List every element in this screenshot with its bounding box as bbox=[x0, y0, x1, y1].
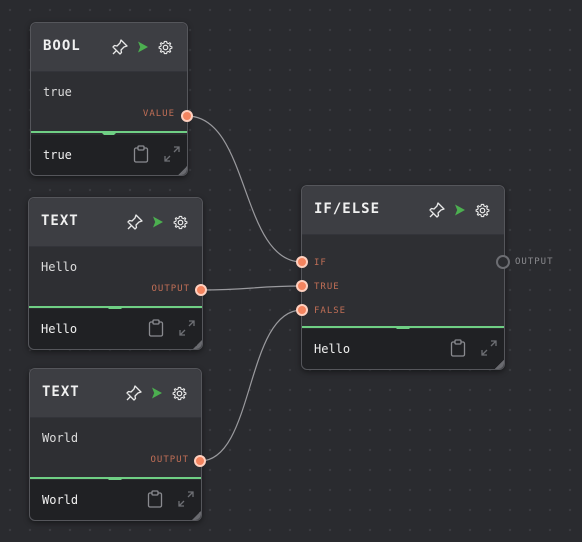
input-port-label-false: FALSE bbox=[314, 306, 347, 316]
gear-icon[interactable] bbox=[475, 203, 490, 218]
clipboard-icon[interactable] bbox=[450, 339, 466, 361]
node-title: TEXT bbox=[41, 213, 79, 229]
text-node-world[interactable]: TEXT World OUTPUT World bbox=[29, 368, 202, 521]
node-body: IF TRUE FALSE bbox=[302, 235, 504, 335]
clipboard-icon[interactable] bbox=[133, 145, 149, 167]
node-header[interactable]: TEXT bbox=[29, 198, 202, 247]
bool-value-output-port[interactable] bbox=[181, 110, 193, 122]
gear-icon[interactable] bbox=[173, 215, 188, 230]
node-header[interactable]: TEXT bbox=[30, 369, 201, 418]
node-header[interactable]: IF/ELSE bbox=[302, 186, 504, 235]
expand-icon[interactable] bbox=[480, 339, 498, 361]
run-icon[interactable] bbox=[150, 386, 164, 400]
ifelse-output-port[interactable] bbox=[496, 255, 510, 269]
node-footer: Hello bbox=[302, 329, 504, 369]
clipboard-icon[interactable] bbox=[147, 490, 163, 512]
resize-handle[interactable] bbox=[193, 340, 202, 349]
node-content: true bbox=[43, 85, 72, 99]
node-header[interactable]: BOOL bbox=[31, 23, 187, 72]
node-footer: Hello bbox=[29, 309, 202, 349]
node-title: BOOL bbox=[43, 38, 81, 54]
text-node-hello[interactable]: TEXT Hello OUTPUT Hello bbox=[28, 197, 203, 350]
node-footer: World bbox=[30, 480, 201, 520]
ifelse-if-input-port[interactable] bbox=[296, 256, 308, 268]
resize-handle[interactable] bbox=[495, 360, 504, 369]
node-content: Hello bbox=[41, 260, 78, 274]
node-title: IF/ELSE bbox=[314, 201, 381, 217]
node-title: TEXT bbox=[42, 384, 80, 400]
clipboard-icon[interactable] bbox=[148, 319, 164, 341]
node-body: Hello OUTPUT bbox=[29, 247, 202, 315]
pin-icon[interactable] bbox=[126, 385, 142, 401]
expand-icon[interactable] bbox=[178, 319, 196, 341]
gear-icon[interactable] bbox=[172, 386, 187, 401]
node-output-preview: World bbox=[42, 493, 79, 507]
bool-node[interactable]: BOOL true VALUE true bbox=[30, 22, 188, 176]
node-content: World bbox=[42, 431, 79, 445]
node-output-preview: Hello bbox=[314, 342, 351, 356]
text-hello-output-port[interactable] bbox=[195, 284, 207, 296]
node-output-preview: true bbox=[43, 148, 72, 162]
output-port-label: VALUE bbox=[142, 109, 175, 119]
node-footer: true bbox=[31, 135, 187, 175]
ifelse-node[interactable]: IF/ELSE IF TRUE FALSE Hello bbox=[301, 185, 505, 370]
text-world-output-port[interactable] bbox=[194, 455, 206, 467]
input-port-label-if: IF bbox=[314, 258, 327, 268]
run-icon[interactable] bbox=[453, 203, 467, 217]
gear-icon[interactable] bbox=[158, 40, 173, 55]
wire-bool-value-to-if[interactable] bbox=[186, 115, 303, 263]
output-port-label: OUTPUT bbox=[151, 284, 190, 294]
expand-icon[interactable] bbox=[177, 490, 195, 512]
pin-icon[interactable] bbox=[127, 214, 143, 230]
resize-handle[interactable] bbox=[192, 511, 201, 520]
resize-handle[interactable] bbox=[178, 166, 187, 175]
node-body: true VALUE bbox=[31, 72, 187, 140]
wire-text1-output-to-true[interactable] bbox=[200, 285, 303, 291]
run-icon[interactable] bbox=[151, 215, 165, 229]
run-icon[interactable] bbox=[136, 40, 150, 54]
pin-icon[interactable] bbox=[112, 39, 128, 55]
output-port-label: OUTPUT bbox=[150, 455, 189, 465]
pin-icon[interactable] bbox=[429, 202, 445, 218]
expand-icon[interactable] bbox=[163, 145, 181, 167]
wire-text2-output-to-false[interactable] bbox=[199, 309, 303, 462]
ifelse-false-input-port[interactable] bbox=[296, 304, 308, 316]
ifelse-true-input-port[interactable] bbox=[296, 280, 308, 292]
input-port-label-true: TRUE bbox=[314, 282, 340, 292]
node-output-preview: Hello bbox=[41, 322, 78, 336]
node-body: World OUTPUT bbox=[30, 418, 201, 486]
ifelse-output-port-label: OUTPUT bbox=[515, 257, 554, 267]
